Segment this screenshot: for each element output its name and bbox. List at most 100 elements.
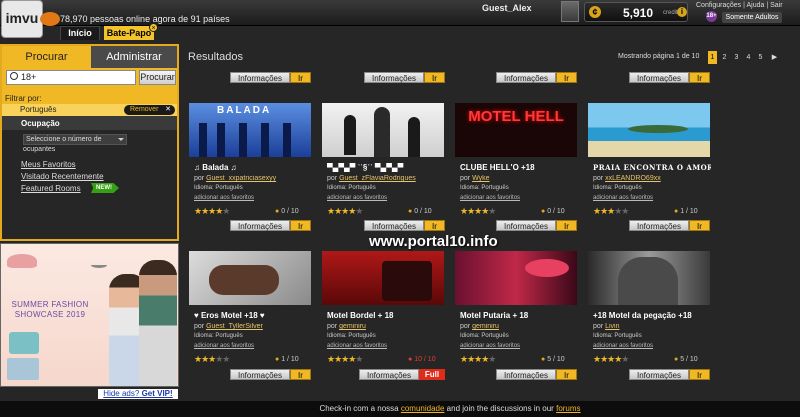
fashion-ad[interactable]: SUMMER FASHION SHOWCASE 2019 [0, 243, 179, 387]
go-button[interactable]: Ir [424, 220, 445, 231]
credits-box[interactable]: ¢ 5,910 credits i [584, 2, 688, 22]
room-owner: por Guest_zFlaviaRodrigues [327, 175, 445, 182]
occupancy-value: 0 / 10 [547, 208, 565, 215]
filter-value: Português [20, 105, 57, 114]
owner-link[interactable]: xxLEANDRO69xx [605, 175, 661, 182]
close-tab-icon[interactable]: × [149, 23, 158, 32]
room-title[interactable]: +18 Motel da pegação +18 [593, 311, 711, 320]
ad-title: SUMMER FASHION SHOWCASE 2019 [11, 300, 89, 319]
info-button[interactable]: Informações [230, 72, 290, 83]
room-owner: por Wyke [460, 175, 578, 182]
page-3[interactable]: 3 [732, 51, 741, 64]
room-thumbnail[interactable] [588, 251, 710, 305]
room-title[interactable]: Motel Putaria + 18 [460, 311, 578, 320]
page-4[interactable]: 4 [744, 51, 753, 64]
room-thumbnail[interactable] [322, 103, 444, 157]
room-title[interactable]: ▀▄▀▄▀ ʿʿ§ʿʿ ▀▄▀▄▀ [327, 163, 445, 172]
info-button[interactable]: Informações [359, 369, 419, 380]
get-vip-link[interactable]: Get VIP! [142, 389, 173, 398]
search-button[interactable]: Procurar [139, 70, 176, 85]
info-button[interactable]: Informações [230, 369, 290, 380]
info-icon[interactable]: i [677, 7, 687, 17]
add-favorite-link[interactable]: adicionar aos favoritos [593, 343, 653, 349]
info-button[interactable]: Informações [496, 220, 556, 231]
by-label: por [327, 323, 338, 330]
settings-link[interactable]: Configurações [696, 2, 741, 9]
add-favorite-link[interactable]: adicionar aos favoritos [194, 343, 254, 349]
rating-stars: ★★★★★ [194, 354, 230, 364]
room-title[interactable]: Motel Bordel + 18 [327, 311, 445, 320]
info-button[interactable]: Informações [364, 220, 424, 231]
next-page-icon[interactable]: ▶ [770, 51, 779, 64]
tab-admin[interactable]: Administrar [91, 46, 177, 68]
tab-search[interactable]: Procurar [2, 46, 91, 68]
occupancy-select[interactable]: Seleccione o número de [23, 134, 127, 145]
room-thumbnail[interactable]: BALADA [189, 103, 311, 157]
recent-link[interactable]: Visitado Recentemente [21, 172, 104, 181]
imvu-logo[interactable]: imvu [1, 0, 43, 38]
owner-link[interactable]: Livin [605, 323, 619, 330]
add-favorite-link[interactable]: adicionar aos favoritos [194, 195, 254, 201]
add-favorite-link[interactable]: adicionar aos favoritos [460, 343, 520, 349]
go-button[interactable]: Ir [689, 369, 710, 380]
info-button[interactable]: Informações [496, 369, 556, 380]
page-5[interactable]: 5 [756, 51, 765, 64]
room-title[interactable]: PRAIA ENCONTRA O AMOR [593, 163, 711, 172]
room-thumbnail[interactable] [588, 103, 710, 157]
room-thumbnail[interactable] [322, 251, 444, 305]
room-title[interactable]: CLUBE HELL'O +18 [460, 163, 578, 172]
room-thumbnail[interactable] [455, 251, 577, 305]
hat-icon [7, 254, 37, 268]
page-2[interactable]: 2 [720, 51, 729, 64]
room-thumbnail[interactable] [189, 251, 311, 305]
add-favorite-link[interactable]: adicionar aos favoritos [593, 195, 653, 201]
room-title[interactable]: ♫ Balada ♫ [194, 163, 312, 172]
help-link[interactable]: Ajuda [746, 2, 764, 9]
tab-chat[interactable]: Bate-Papo [104, 26, 154, 40]
new-badge: NEW! [91, 183, 119, 193]
search-input[interactable]: 18+ [6, 70, 136, 85]
go-button[interactable]: Ir [290, 220, 311, 231]
full-button[interactable]: Full [419, 369, 445, 380]
community-link[interactable]: comunidade [401, 404, 445, 413]
page-1[interactable]: 1 [708, 51, 717, 64]
owner-link[interactable]: geminiru [339, 323, 366, 330]
username-link[interactable]: Guest_Alex [482, 3, 532, 13]
info-button[interactable]: Informações [496, 72, 556, 83]
forums-link[interactable]: forums [556, 404, 580, 413]
go-button[interactable]: Ir [556, 220, 577, 231]
room-title[interactable]: ♥ Eros Motel +18 ♥ [194, 311, 312, 320]
owner-link[interactable]: Guest_xxpatriciasexyy [206, 175, 276, 182]
info-button[interactable]: Informações [364, 72, 424, 83]
featured-rooms-link[interactable]: Featured Rooms [21, 184, 81, 193]
tab-home[interactable]: Início [60, 26, 100, 40]
go-button[interactable]: Ir [689, 220, 710, 231]
favorites-link[interactable]: Meus Favoritos [21, 160, 76, 169]
owner-link[interactable]: geminiru [472, 323, 499, 330]
room-owner: por Livin [593, 323, 711, 330]
go-button[interactable]: Ir [290, 369, 311, 380]
info-button[interactable]: Informações [230, 220, 290, 231]
go-button[interactable]: Ir [689, 72, 710, 83]
go-button[interactable]: Ir [424, 72, 445, 83]
occupancy-value: 1 / 10 [680, 208, 698, 215]
info-button[interactable]: Informações [629, 72, 689, 83]
go-button[interactable]: Ir [556, 72, 577, 83]
owner-link[interactable]: Guest_zFlaviaRodrigues [339, 175, 416, 182]
adults-only-dropdown[interactable]: Somente Adultos [722, 12, 782, 23]
info-button[interactable]: Informações [629, 369, 689, 380]
hide-ads-link[interactable]: Hide ads? Get VIP! [98, 389, 178, 399]
owner-link[interactable]: Guest_TyllerSilver [206, 323, 263, 330]
owner-link[interactable]: Wyke [472, 175, 489, 182]
go-button[interactable]: Ir [556, 369, 577, 380]
info-button[interactable]: Informações [629, 220, 689, 231]
user-avatar[interactable] [561, 1, 579, 22]
logout-link[interactable]: Sair [770, 2, 782, 9]
remove-filter-button[interactable]: Remover ✕ [124, 105, 175, 115]
add-favorite-link[interactable]: adicionar aos favoritos [327, 195, 387, 201]
room-thumbnail[interactable]: MOTEL HELL [455, 103, 577, 157]
add-favorite-link[interactable]: adicionar aos favoritos [460, 195, 520, 201]
occupancy-count: ● 5 / 10 [674, 356, 698, 363]
add-favorite-link[interactable]: adicionar aos favoritos [327, 343, 387, 349]
go-button[interactable]: Ir [290, 72, 311, 83]
